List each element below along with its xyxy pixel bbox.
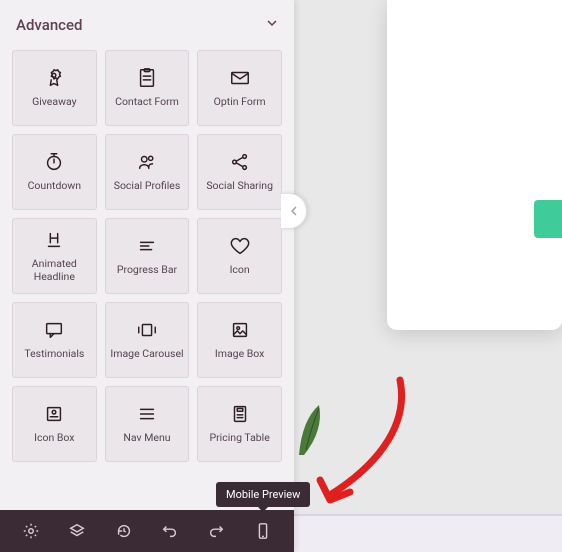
- widget-tile-progress[interactable]: Progress Bar: [105, 218, 190, 294]
- widget-label: Progress Bar: [113, 264, 181, 277]
- widget-label: Social Profiles: [110, 180, 185, 193]
- widget-label: Giveaway: [28, 96, 81, 109]
- widget-tile-people[interactable]: Social Profiles: [105, 134, 190, 210]
- carousel-icon: [136, 319, 158, 341]
- badge-icon: [43, 67, 65, 89]
- widget-label: Image Box: [211, 348, 268, 361]
- widget-tile-share[interactable]: Social Sharing: [197, 134, 282, 210]
- layers-button[interactable]: [61, 515, 93, 547]
- mobile-preview-tooltip: Mobile Preview: [216, 482, 310, 507]
- settings-button[interactable]: [15, 515, 47, 547]
- undo-button[interactable]: [154, 515, 186, 547]
- canvas-footer-strip: [294, 514, 562, 552]
- bottom-toolbar: [0, 510, 294, 552]
- widget-tile-heart[interactable]: Icon: [197, 218, 282, 294]
- form-icon: [136, 67, 158, 89]
- redo-button[interactable]: [200, 515, 232, 547]
- decorative-leaf: [294, 400, 334, 460]
- share-icon: [229, 151, 251, 173]
- widget-label: Countdown: [24, 180, 85, 193]
- history-button[interactable]: [108, 515, 140, 547]
- section-header-advanced[interactable]: Advanced: [0, 0, 294, 46]
- widget-label: Nav Menu: [119, 432, 174, 445]
- widget-tile-menu[interactable]: Nav Menu: [105, 386, 190, 462]
- widget-tile-headline[interactable]: Animated Headline: [12, 218, 97, 294]
- widget-tile-carousel[interactable]: Image Carousel: [105, 302, 190, 378]
- tooltip-text: Mobile Preview: [226, 488, 300, 501]
- mobile-preview-button[interactable]: [247, 515, 279, 547]
- widget-label: Pricing Table: [206, 432, 274, 445]
- elements-panel: Advanced Giveaway Contact Form Optin Form C…: [0, 0, 294, 552]
- widget-label: Image Carousel: [106, 348, 187, 361]
- widget-label: Contact Form: [111, 96, 183, 109]
- progress-icon: [136, 235, 158, 257]
- iconbox-icon: [43, 403, 65, 425]
- widget-grid: Giveaway Contact Form Optin Form Countdown S…: [0, 46, 294, 470]
- widget-label: Icon: [226, 264, 254, 277]
- widget-tile-form[interactable]: Contact Form: [105, 50, 190, 126]
- widget-tile-chat[interactable]: Testimonials: [12, 302, 97, 378]
- canvas-card: [387, 0, 562, 330]
- mail-icon: [229, 67, 251, 89]
- widget-tile-badge[interactable]: Giveaway: [12, 50, 97, 126]
- section-title: Advanced: [16, 16, 82, 34]
- chevron-down-icon: [266, 17, 278, 33]
- menu-icon: [136, 403, 158, 425]
- widget-tile-pricing[interactable]: Pricing Table: [197, 386, 282, 462]
- headline-icon: [43, 229, 65, 251]
- people-icon: [136, 151, 158, 173]
- pricing-icon: [229, 403, 251, 425]
- canvas-area: [294, 0, 562, 552]
- imagebox-icon: [229, 319, 251, 341]
- widget-tile-timer[interactable]: Countdown: [12, 134, 97, 210]
- chat-icon: [43, 319, 65, 341]
- heart-icon: [229, 235, 251, 257]
- canvas-action-button[interactable]: [534, 200, 562, 238]
- widget-tile-mail[interactable]: Optin Form: [197, 50, 282, 126]
- widget-label: Social Sharing: [202, 180, 277, 193]
- timer-icon: [43, 151, 65, 173]
- widget-label: Icon Box: [30, 432, 78, 445]
- widget-label: Testimonials: [20, 348, 88, 361]
- widget-label: Animated Headline: [13, 258, 96, 283]
- widget-tile-imagebox[interactable]: Image Box: [197, 302, 282, 378]
- widget-tile-iconbox[interactable]: Icon Box: [12, 386, 97, 462]
- widget-label: Optin Form: [210, 96, 270, 109]
